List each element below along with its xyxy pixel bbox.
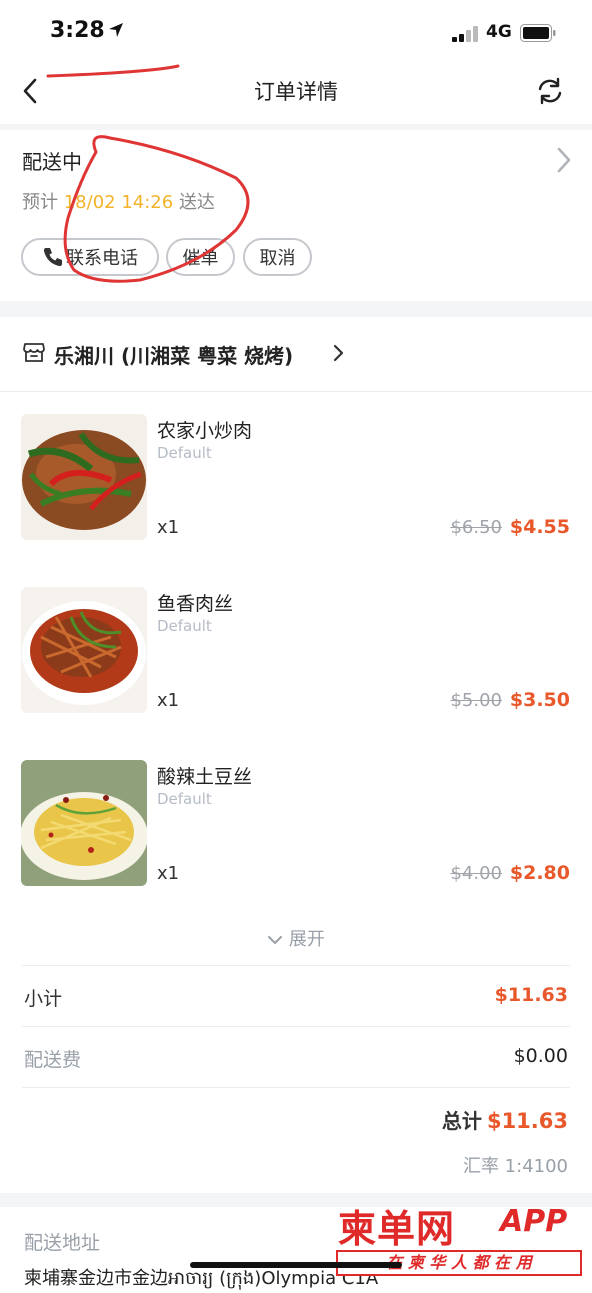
nav-bar: 订单详情 [0,62,592,124]
total-label: 总计 [441,1109,482,1133]
signal-icon [452,26,478,42]
total-row: 总计 $11.63 [442,1105,568,1134]
contact-phone-button[interactable]: 联系电话 [21,238,159,276]
address-label: 配送地址 [24,1232,101,1254]
expand-items-button[interactable]: 展开 [0,925,592,951]
subtotal-label: 小计 [24,988,63,1010]
eta-suffix: 送达 [178,192,215,213]
expand-label: 展开 [288,929,325,950]
section-divider [0,301,592,317]
delivery-eta: 预计 18/02 14:26 送达 [22,188,215,214]
divider [22,1087,570,1088]
item-quantity: x1 [157,517,180,538]
chevron-left-icon[interactable] [18,76,42,106]
item-name: 鱼香肉丝 [157,593,234,615]
divider [0,391,592,392]
delivery-status[interactable]: 配送中 [22,146,82,175]
item-quantity: x1 [157,863,180,884]
item-variant: Default [157,444,212,462]
eta-prefix: 预计 [22,192,58,213]
total-value: $11.63 [486,1109,568,1133]
item-original-price: $5.00 [450,690,502,711]
chevron-down-icon [268,936,283,944]
item-original-price: $6.50 [450,517,502,538]
battery-icon [520,24,556,42]
address-text: 柬埔寨金边市金边អាចារ្យ (ក្រុង)Olympia C1A [24,1268,379,1289]
eta-time: 18/02 14:26 [63,192,174,213]
divider [0,124,592,130]
watermark-brand: 柬单网 [338,1206,456,1251]
item-image [21,414,147,540]
item-original-price: $4.00 [450,863,502,884]
exchange-rate: 汇率 1:4100 [462,1156,568,1177]
divider [22,965,570,966]
item-quantity: x1 [157,690,180,711]
item-price: $4.55 [509,516,570,538]
home-indicator [190,1262,402,1268]
chevron-right-icon[interactable] [332,343,346,363]
watermark-app: APP [500,1204,568,1239]
urge-order-button[interactable]: 催单 [166,238,235,276]
item-price: $2.80 [509,862,570,884]
divider [22,1026,570,1027]
status-time: 3:28 [50,18,105,43]
network-label: 4G [486,22,512,42]
phone-icon [43,248,62,267]
store-icon [23,343,45,362]
item-image [21,587,147,713]
contact-phone-label: 联系电话 [66,248,138,269]
store-name[interactable]: 乐湘川 (川湘菜 粤菜 烧烤) [54,340,293,369]
cancel-order-button[interactable]: 取消 [243,238,312,276]
refresh-icon[interactable] [534,76,566,106]
page-title: 订单详情 [254,80,338,104]
item-name: 酸辣土豆丝 [157,766,253,788]
location-arrow-icon [109,23,123,37]
delivery-fee-label: 配送费 [24,1049,82,1071]
delivery-fee-value: $0.00 [513,1045,568,1067]
item-image [21,760,147,886]
chevron-right-icon[interactable] [554,146,574,174]
item-name: 农家小炒肉 [157,420,253,442]
status-bar: 3:28 4G [0,0,592,62]
item-variant: Default [157,790,212,808]
subtotal-value: $11.63 [494,984,568,1006]
item-price: $3.50 [509,689,570,711]
item-variant: Default [157,617,212,635]
